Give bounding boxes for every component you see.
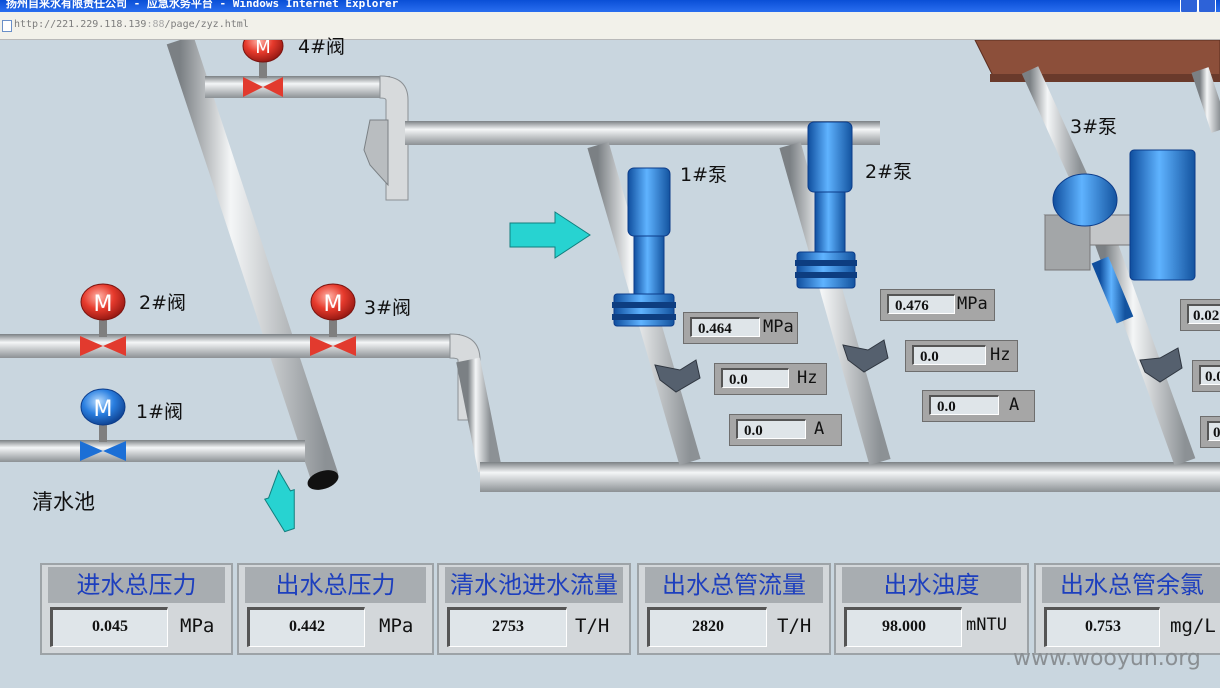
panel-value: 0.045 (50, 607, 168, 647)
pump3-pressure-value: 0.02 (1187, 304, 1220, 324)
process-diagram: M M M M (0, 40, 1220, 533)
panel-title: 出水总压力 (245, 567, 426, 603)
watermark: www.wooyun.org (1013, 646, 1201, 671)
address-url[interactable]: http://221.229.118.139:88/page/zyz.html (14, 19, 249, 30)
panel-title: 清水池进水流量 (445, 567, 623, 603)
pump2-current-unit: A (1009, 395, 1020, 415)
pump-2-label: 2#泵 (865, 161, 913, 183)
pump2-frequency-value: 0.0 (912, 345, 986, 365)
pump1-current-readout: 0.0 A (729, 414, 842, 446)
pipe-2-valve (0, 334, 275, 358)
url-port: :88 (146, 19, 165, 30)
panel-title: 进水总压力 (48, 567, 225, 603)
pump3-frequency-readout: 0.0 (1192, 360, 1220, 392)
pump1-current-unit: A (814, 419, 825, 439)
pump3-pressure-readout: 0.02 (1180, 299, 1220, 331)
panel-outlet-flow: 出水总管流量 2820 T/H (637, 563, 831, 655)
address-bar[interactable]: http://221.229.118.139:88/page/zyz.html (0, 12, 1220, 40)
pump2-current-value: 0.0 (929, 395, 999, 415)
url-host: http://221.229.118.139 (14, 19, 147, 30)
pump-1-label: 1#泵 (680, 164, 728, 186)
pipe-3-drop (456, 357, 502, 473)
pump1-pressure-value: 0.464 (690, 317, 760, 337)
pump-3-label: 3#泵 (1070, 116, 1118, 138)
page-icon (2, 20, 12, 32)
pipe-4-valve (205, 76, 390, 98)
panel-unit: MPa (180, 615, 215, 637)
pump1-pressure-readout: 0.464 MPa (683, 312, 798, 344)
pipe-3-valve (270, 334, 460, 358)
url-path: /page/zyz.html (164, 19, 249, 30)
valve-4-label: 4#阀 (298, 36, 346, 58)
maximize-button[interactable] (1198, 0, 1216, 12)
pump2-frequency-unit: Hz (990, 345, 1011, 365)
window-titlebar: 扬州自来水有限责任公司 - 应急水务平台 - Windows Internet … (0, 0, 1220, 12)
panel-residual-chlorine: 出水总管余氯 0.753 mg/L (1034, 563, 1220, 655)
valve-2-label: 2#阀 (139, 292, 187, 314)
pump1-frequency-value: 0.0 (721, 368, 789, 388)
flow-arrow-right (509, 211, 591, 259)
pipe-4-reducer (363, 119, 389, 187)
panel-unit: MPa (379, 615, 414, 637)
pump1-frequency-readout: 0.0 Hz (714, 363, 827, 395)
pump3-frequency-value: 0.0 (1199, 365, 1220, 385)
window-title: 扬州自来水有限责任公司 - 应急水务平台 - Windows Internet … (6, 0, 399, 10)
pump2-current-readout: 0.0 A (922, 390, 1035, 422)
svg-text:M: M (324, 292, 343, 317)
panel-title: 出水浊度 (842, 567, 1021, 603)
panel-value: 0.442 (247, 607, 365, 647)
panel-outlet-pressure: 出水总压力 0.442 MPa (237, 563, 434, 655)
panel-outlet-turbidity: 出水浊度 98.000 mNTU (834, 563, 1029, 655)
pump1-current-value: 0.0 (736, 419, 806, 439)
flow-arrow-up (264, 469, 295, 533)
pipe-header-bottom (480, 462, 1220, 492)
valve-1-label: 1#阀 (136, 401, 184, 423)
valve-3-label: 3#阀 (364, 297, 412, 319)
svg-text:M: M (255, 40, 271, 58)
panel-unit: mg/L (1170, 615, 1216, 637)
panel-unit: T/H (575, 615, 610, 637)
pump3-current-value: 0 (1207, 421, 1220, 441)
panel-title: 出水总管流量 (645, 567, 823, 603)
pump2-pressure-value: 0.476 (887, 294, 955, 314)
panel-unit: mNTU (966, 615, 1007, 635)
tank-label: 清水池 (32, 490, 95, 514)
svg-text:M: M (94, 397, 113, 422)
panel-unit: T/H (777, 615, 812, 637)
panel-inlet-pressure: 进水总压力 0.045 MPa (40, 563, 233, 655)
panel-value: 2820 (647, 607, 767, 647)
minimize-button[interactable] (1180, 0, 1198, 12)
main-diagonal-pipe (166, 40, 339, 483)
panel-value: 98.000 (844, 607, 962, 647)
pump2-pressure-unit: MPa (957, 294, 988, 314)
panel-title: 出水总管余氯 (1042, 567, 1220, 603)
panel-tank-inflow: 清水池进水流量 2753 T/H (437, 563, 631, 655)
pipe-1-valve (0, 440, 305, 462)
pump3-current-readout: 0 (1200, 416, 1220, 448)
panel-value: 0.753 (1044, 607, 1160, 647)
pump2-pressure-readout: 0.476 MPa (880, 289, 995, 321)
panel-value: 2753 (447, 607, 567, 647)
svg-text:M: M (94, 292, 113, 317)
pump1-pressure-unit: MPa (763, 317, 794, 337)
pump1-frequency-unit: Hz (797, 368, 818, 388)
pump2-frequency-readout: 0.0 Hz (905, 340, 1018, 372)
